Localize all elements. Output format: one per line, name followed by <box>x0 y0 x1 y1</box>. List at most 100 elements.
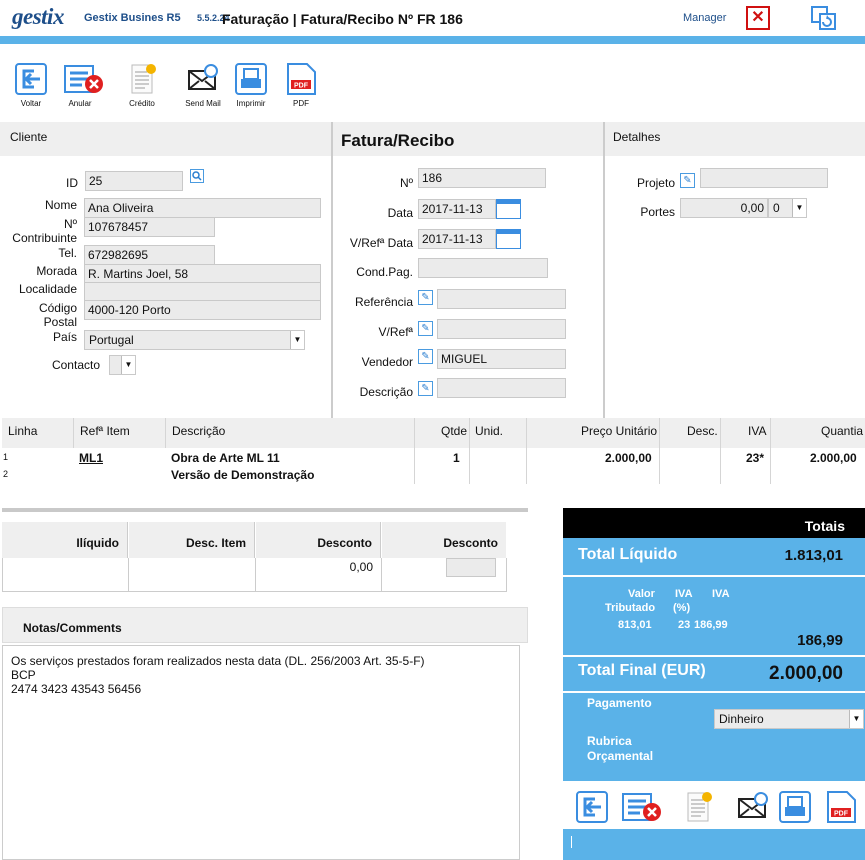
desconto-value: 0,00 <box>256 558 382 592</box>
vref-data-label: V/Refª Data <box>349 236 413 250</box>
localidade-field[interactable] <box>84 282 321 302</box>
cancel-document-icon <box>63 62 103 96</box>
iva-total-value: 186,99 <box>797 632 843 649</box>
total-final-value: 2.000,00 <box>769 663 843 684</box>
projeto-field[interactable] <box>700 168 828 188</box>
iliquido-value <box>2 558 129 592</box>
edit-icon[interactable]: ✎ <box>418 321 433 336</box>
chevron-down-icon: ▼ <box>290 331 304 349</box>
data-field[interactable]: 2017-11-13 <box>418 199 496 219</box>
svg-text:PDF: PDF <box>294 83 309 90</box>
vendedor-label: Vendedor <box>361 355 413 369</box>
client-id-field[interactable]: 25 <box>85 171 183 191</box>
table-row[interactable]: 1 ML1 Obra de Arte ML 11 1 2.000,00 23* … <box>2 450 865 466</box>
total-liquido-value: 1.813,01 <box>784 547 843 564</box>
nome-label: Nome <box>44 198 77 212</box>
iva-label: IVA <box>712 588 730 600</box>
nome-field[interactable]: Ana Oliveira <box>84 198 321 218</box>
mail-icon <box>186 62 220 96</box>
notas-textarea[interactable]: Os serviços prestados foram realizados n… <box>2 645 520 860</box>
contacto-label: Contacto <box>51 358 100 372</box>
cond-pag-label: Cond.Pag. <box>356 265 413 279</box>
printer-icon[interactable] <box>778 790 812 824</box>
mail-icon[interactable] <box>736 790 770 824</box>
col-linha: Linha <box>8 424 38 438</box>
descricao-field[interactable] <box>437 378 566 398</box>
iva-pct-value: 23 <box>678 619 691 631</box>
pagamento-value: Dinheiro <box>719 712 764 726</box>
contacto-select[interactable]: ▼ <box>109 355 136 375</box>
vref-data-field[interactable]: 2017-11-13 <box>418 229 496 249</box>
sync-icon[interactable] <box>811 6 837 30</box>
contribuinte-field[interactable]: 107678457 <box>84 217 215 237</box>
row-descricao: Obra de Arte ML 11 <box>171 451 280 465</box>
calendar-icon[interactable] <box>496 229 521 249</box>
back-arrow-icon[interactable] <box>575 790 609 824</box>
referencia-field[interactable] <box>437 289 566 309</box>
col-qtde: Qtde <box>441 424 468 438</box>
divider <box>73 418 74 448</box>
morada-field[interactable]: R. Martins Joel, 58 <box>84 264 321 284</box>
imprimir-button[interactable]: Imprimir <box>226 62 276 108</box>
col-quantia: Quantia <box>821 424 864 438</box>
row-linha: 2 <box>3 469 9 479</box>
notas-header-label: Notas/Comments <box>23 621 122 635</box>
pdf-icon[interactable]: PDF <box>824 790 858 824</box>
row-qtde: 1 <box>453 451 460 465</box>
valor-tributado-value: 813,01 <box>618 619 652 631</box>
pagamento-label: Pagamento <box>587 696 652 710</box>
total-final-label: Total Final (EUR) <box>578 662 706 679</box>
portes-select[interactable]: 0 ▼ <box>768 198 807 218</box>
pais-label: País <box>52 330 77 344</box>
row-linha: 1 <box>3 452 9 462</box>
credit-note-icon[interactable] <box>681 790 715 824</box>
pagamento-select[interactable]: Dinheiro ▼ <box>714 709 864 729</box>
valor-tributado-label: Tributado <box>605 602 656 614</box>
calendar-icon[interactable] <box>496 199 521 219</box>
codigo-postal-field[interactable]: 4000-120 Porto <box>84 300 321 320</box>
desconto-cell <box>382 558 507 592</box>
chevron-down-icon: ▼ <box>792 199 806 217</box>
referencia-label: Referência <box>354 295 413 309</box>
notas-header: Notas/Comments <box>2 607 528 643</box>
back-arrow-icon <box>14 62 48 96</box>
voltar-button[interactable]: Voltar <box>6 62 56 108</box>
vendedor-field[interactable]: MIGUEL <box>437 349 566 369</box>
portes-select-value: 0 <box>773 201 780 215</box>
valor-tributado-label: Valor <box>628 588 655 600</box>
col-iva: IVA <box>748 424 767 438</box>
divider <box>2 508 528 512</box>
row-ref-link[interactable]: ML1 <box>79 451 103 465</box>
cancel-document-icon[interactable] <box>621 790 661 824</box>
user-name[interactable]: Manager <box>683 12 726 24</box>
codigo-label-1: Código <box>38 301 77 315</box>
vref-field[interactable] <box>437 319 566 339</box>
chevron-down-icon: ▼ <box>849 710 863 728</box>
search-icon[interactable] <box>190 169 204 183</box>
edit-icon[interactable]: ✎ <box>418 349 433 364</box>
cond-pag-field[interactable] <box>418 258 548 278</box>
close-icon[interactable]: ✕ <box>746 6 770 30</box>
credito-button[interactable]: Crédito <box>117 62 167 108</box>
lines-table-header <box>2 418 865 448</box>
portes-field[interactable]: 0,00 <box>680 198 768 218</box>
iva-value: 186,99 <box>694 619 728 631</box>
edit-icon[interactable]: ✎ <box>418 381 433 396</box>
send-mail-button[interactable]: Send Mail <box>178 62 228 108</box>
printer-icon <box>234 62 268 96</box>
table-row[interactable]: 2 Versão de Demonstração <box>2 467 865 483</box>
anular-button[interactable]: Anular <box>55 62 105 108</box>
detalhes-panel-header: Detalhes <box>605 122 865 156</box>
gestix-logo: gestix <box>12 4 64 29</box>
numero-field[interactable]: 186 <box>418 168 546 188</box>
voltar-label: Voltar <box>20 99 42 108</box>
totals-header: Totais <box>563 508 865 538</box>
edit-icon[interactable]: ✎ <box>418 290 433 305</box>
rubrica-label: Rubrica <box>587 734 632 748</box>
pdf-button[interactable]: PDF PDF <box>276 62 326 108</box>
edit-icon[interactable]: ✎ <box>680 173 695 188</box>
divider <box>603 122 605 418</box>
pais-select[interactable]: Portugal ▼ <box>84 330 305 350</box>
desconto-input[interactable] <box>446 558 496 577</box>
tel-field[interactable]: 672982695 <box>84 245 215 265</box>
